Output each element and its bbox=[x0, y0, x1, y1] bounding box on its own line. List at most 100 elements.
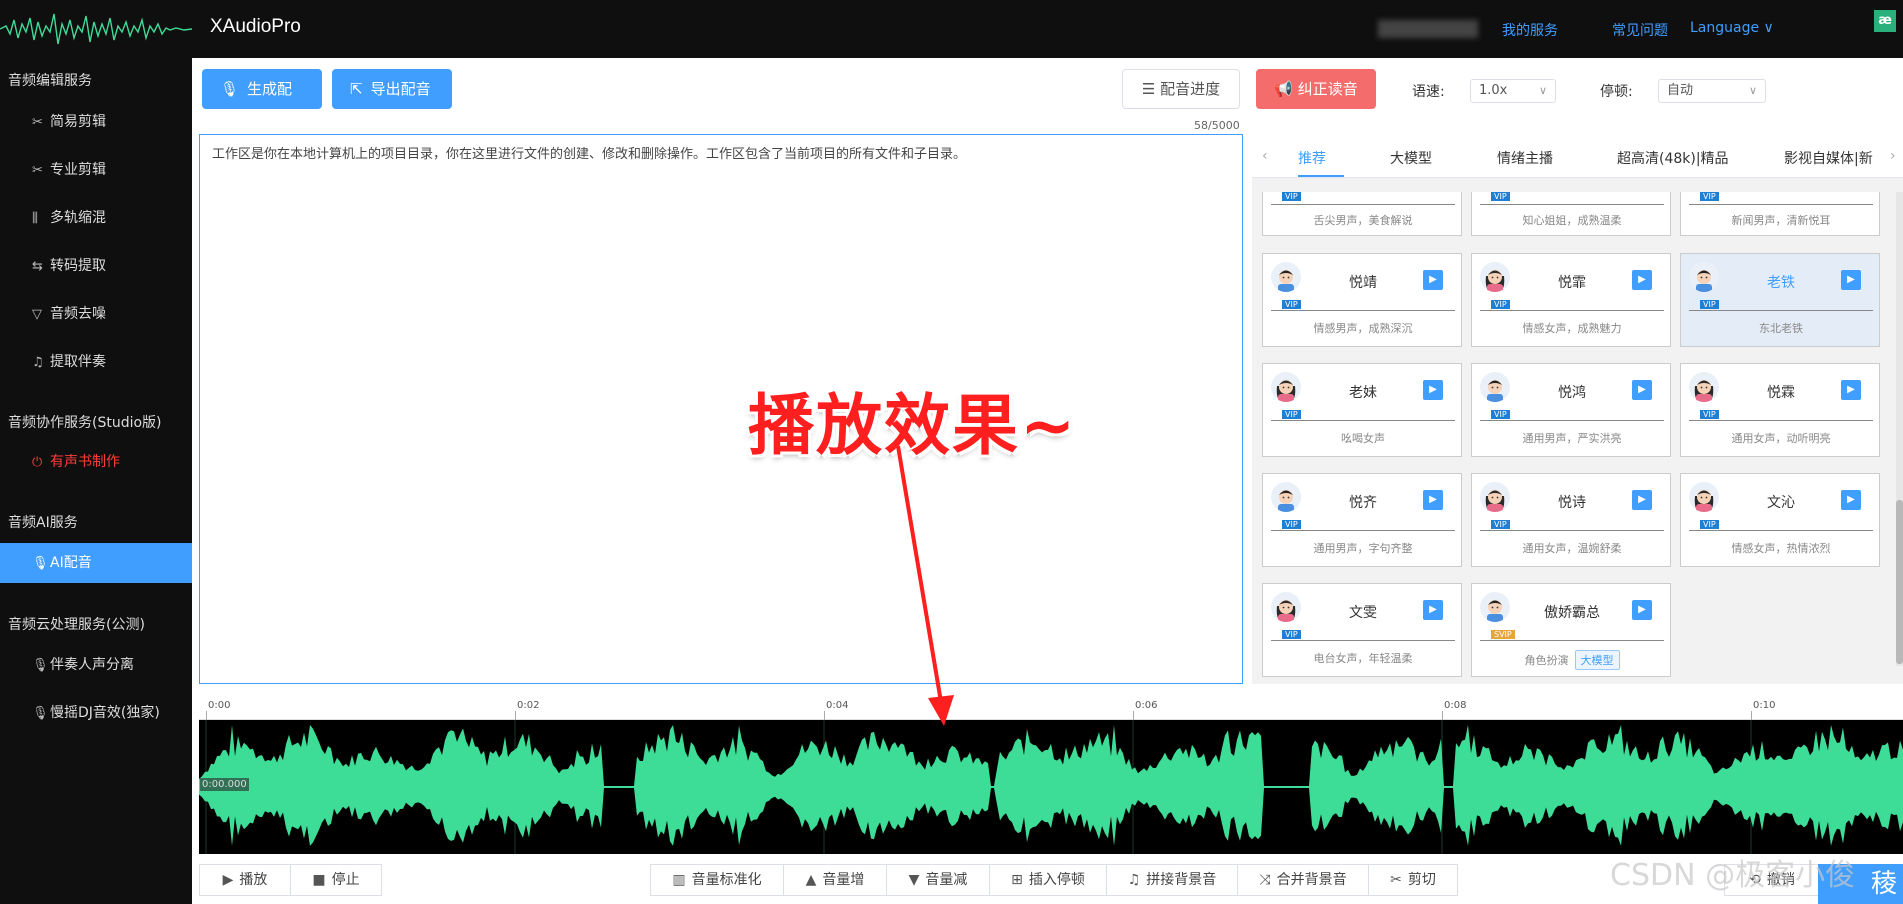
voice-card[interactable]: VIP 老妹 ▶ 吆喝女声 bbox=[1262, 363, 1462, 457]
my-service-link[interactable]: 我的服务 bbox=[1502, 20, 1558, 40]
voice-card[interactable]: VIP 老铁 ▶ 东北老铁 bbox=[1680, 253, 1880, 347]
language-dropdown[interactable]: Language ∨ bbox=[1690, 20, 1774, 36]
sidebar-item-transcode[interactable]: ⇆ 转码提取 bbox=[0, 246, 192, 286]
sidebar-item-dj-effect[interactable]: 🎙慢摇DJ音效(独家) bbox=[0, 693, 192, 733]
voice-card[interactable]: VIP 新闻男声，清新悦耳 bbox=[1680, 192, 1880, 236]
tab-recommended[interactable]: 推荐 bbox=[1298, 148, 1326, 168]
voice-scrollbar-thumb[interactable] bbox=[1896, 500, 1903, 664]
timeline-ruler[interactable] bbox=[199, 696, 1903, 720]
insert-pause-button[interactable]: ⊞ 插入停顿 bbox=[989, 864, 1107, 896]
vip-badge: VIP bbox=[1491, 300, 1510, 309]
card-divider bbox=[1271, 310, 1455, 311]
sidebar-item-simple-edit[interactable]: ✂ 简易剪辑 bbox=[0, 102, 192, 142]
pause-select[interactable]: 自动 ∨ bbox=[1658, 79, 1766, 103]
scissors-icon: ✂ bbox=[32, 115, 43, 130]
vip-badge: VIP bbox=[1700, 192, 1719, 201]
stop-icon: ■ bbox=[312, 872, 326, 888]
headphones-icon: ♫ bbox=[32, 355, 44, 370]
tab-large-model[interactable]: 大模型 bbox=[1390, 148, 1432, 168]
voice-desc: 角色扮演 大模型 bbox=[1472, 650, 1672, 670]
tick-mark bbox=[515, 711, 516, 720]
list-icon: ☰ bbox=[1141, 80, 1161, 98]
voice-card[interactable]: VIP 悦霏 ▶ 情感女声，成熟魅力 bbox=[1471, 253, 1671, 347]
voice-card[interactable]: VIP 舌尖男声，美食解说 bbox=[1262, 192, 1462, 236]
voice-card[interactable]: VIP 悦诗 ▶ 通用女声，温婉舒柔 bbox=[1471, 473, 1671, 567]
sidebar-item-audiobook[interactable]: ⏻ 有声书制作 bbox=[0, 442, 192, 482]
voice-desc: 吆喝女声 bbox=[1341, 432, 1385, 445]
pause-label: 停顿: bbox=[1600, 84, 1633, 100]
dubbing-progress-button[interactable]: ☰ 配音进度 bbox=[1122, 69, 1240, 109]
play-button[interactable]: ▶ 播放 bbox=[199, 864, 291, 896]
tab-film-media[interactable]: 影视自媒体|新 bbox=[1784, 148, 1888, 168]
triangle-down-icon: ▼ bbox=[908, 872, 920, 888]
active-tab-indicator bbox=[1298, 175, 1344, 177]
sidebar-section-ai: 音频AI服务 bbox=[8, 515, 78, 531]
vip-badge: VIP bbox=[1491, 192, 1510, 201]
card-divider bbox=[1689, 530, 1873, 531]
export-icon: ⇱ bbox=[350, 80, 363, 98]
volume-up-button[interactable]: ▲ 音量增 bbox=[783, 864, 887, 896]
play-sample-icon[interactable]: ▶ bbox=[1841, 490, 1861, 510]
tick-label: 0:04 bbox=[826, 700, 849, 711]
faq-link[interactable]: 常见问题 bbox=[1612, 20, 1668, 40]
generate-dubbing-button[interactable]: 🎙 生成配音 bbox=[202, 69, 322, 138]
speed-select[interactable]: 1.0x ∨ bbox=[1470, 79, 1556, 103]
voice-card[interactable]: SVIP 傲娇霸总 ▶ 角色扮演 大模型 bbox=[1471, 583, 1671, 677]
tick-label: 0:06 bbox=[1135, 700, 1158, 711]
tab-ultra-hd[interactable]: 超高清(48k)|精品 bbox=[1617, 148, 1729, 168]
scissors-icon: ✂ bbox=[32, 163, 43, 178]
tab-emotion-anchor[interactable]: 情绪主播 bbox=[1497, 148, 1553, 168]
play-sample-icon[interactable]: ▶ bbox=[1632, 600, 1652, 620]
megaphone-icon: 📢 bbox=[1274, 80, 1298, 98]
app-title: XAudioPro bbox=[210, 16, 301, 37]
play-sample-icon[interactable]: ▶ bbox=[1423, 490, 1443, 510]
sidebar-item-denoise[interactable]: ▽ 音频去噪 bbox=[0, 294, 192, 334]
card-divider bbox=[1480, 640, 1664, 641]
app-badge-icon[interactable]: æ bbox=[1874, 10, 1896, 32]
play-sample-icon[interactable]: ▶ bbox=[1423, 270, 1443, 290]
splice-background-button[interactable]: ♫ 拼接背景音 bbox=[1106, 864, 1238, 896]
play-sample-icon[interactable]: ▶ bbox=[1632, 270, 1652, 290]
sidebar-item-pro-edit[interactable]: ✂ 专业剪辑 bbox=[0, 150, 192, 190]
cut-button[interactable]: ✂ 剪切 bbox=[1368, 864, 1458, 896]
voice-card[interactable]: VIP 悦霖 ▶ 通用女声，动听明亮 bbox=[1680, 363, 1880, 457]
stop-button[interactable]: ■ 停止 bbox=[290, 864, 382, 896]
export-dubbing-button[interactable]: ⇱ 导出配音 bbox=[332, 69, 452, 109]
play-sample-icon[interactable]: ▶ bbox=[1423, 380, 1443, 400]
play-sample-icon[interactable]: ▶ bbox=[1841, 380, 1861, 400]
correct-pronunciation-button[interactable]: 📢 纠正读音 bbox=[1256, 69, 1376, 109]
vip-badge: VIP bbox=[1700, 520, 1719, 529]
vip-badge: SVIP bbox=[1491, 630, 1515, 639]
sidebar-item-vocal-separation[interactable]: 🎙伴奏人声分离 bbox=[0, 645, 192, 685]
play-sample-icon[interactable]: ▶ bbox=[1632, 380, 1652, 400]
voice-card[interactable]: VIP 悦靖 ▶ 情感男声，成熟深沉 bbox=[1262, 253, 1462, 347]
voice-card[interactable]: VIP 文雯 ▶ 电台女声，年轻温柔 bbox=[1262, 583, 1462, 677]
tick-mark bbox=[824, 711, 825, 720]
waveform-view[interactable] bbox=[199, 720, 1903, 854]
voice-card[interactable]: VIP 悦齐 ▶ 通用男声，字句齐整 bbox=[1262, 473, 1462, 567]
card-divider bbox=[1480, 204, 1664, 205]
volume-down-button[interactable]: ▼ 音量减 bbox=[886, 864, 990, 896]
play-sample-icon[interactable]: ▶ bbox=[1632, 490, 1652, 510]
swap-icon: ⇆ bbox=[32, 259, 43, 274]
voice-desc: 情感女声，成熟魅力 bbox=[1522, 322, 1622, 335]
speed-label: 语速: bbox=[1412, 84, 1445, 100]
voice-card[interactable]: VIP 知心姐姐，成熟温柔 bbox=[1471, 192, 1671, 236]
vip-badge: VIP bbox=[1491, 410, 1510, 419]
voice-card[interactable]: VIP 文沁 ▶ 情感女声，热情浓烈 bbox=[1680, 473, 1880, 567]
play-sample-icon[interactable]: ▶ bbox=[1423, 600, 1443, 620]
voice-desc: 舌尖男声，美食解说 bbox=[1313, 214, 1413, 227]
chevron-right-icon[interactable]: › bbox=[1890, 148, 1896, 164]
chevron-left-icon[interactable]: ‹ bbox=[1262, 148, 1268, 164]
voice-card[interactable]: VIP 悦鸿 ▶ 通用男声，严实洪亮 bbox=[1471, 363, 1671, 457]
sidebar-item-ai-dubbing[interactable]: 🎙AI配音 bbox=[0, 543, 192, 583]
text-editor[interactable]: 工作区是你在本地计算机上的项目目录，你在这里进行文件的创建、修改和删除操作。工作… bbox=[199, 134, 1243, 684]
tick-label: 0:08 bbox=[1444, 700, 1467, 711]
play-sample-icon[interactable]: ▶ bbox=[1841, 270, 1861, 290]
normalize-volume-button[interactable]: ▥ 音量标准化 bbox=[650, 864, 784, 896]
current-time: 0:00.000 bbox=[200, 778, 249, 791]
tick-mark bbox=[1133, 711, 1134, 720]
sidebar-item-extract-accompaniment[interactable]: ♫ 提取伴奏 bbox=[0, 342, 192, 382]
sidebar-item-multitrack[interactable]: ⫼ 多轨缩混 bbox=[0, 198, 192, 238]
merge-background-button[interactable]: ⤨ 合并背景音 bbox=[1237, 864, 1369, 896]
